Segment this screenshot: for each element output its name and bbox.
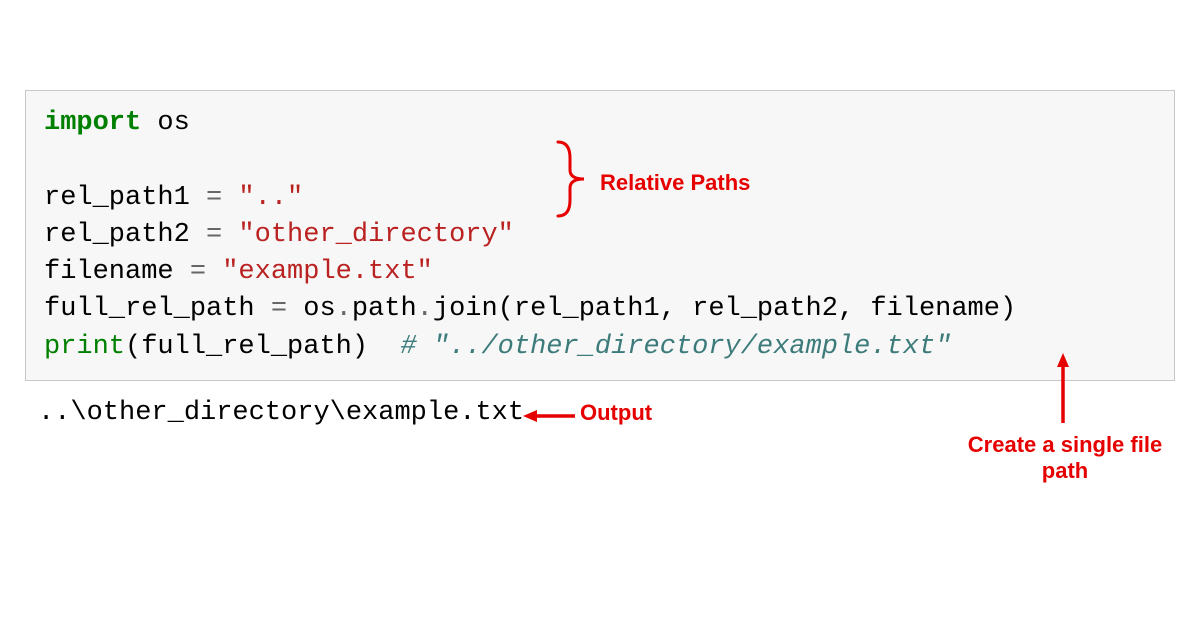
dot-2: . bbox=[417, 294, 433, 324]
annotation-single-file-path: Create a single file path bbox=[960, 432, 1170, 484]
path-ref: path bbox=[352, 294, 417, 324]
module-os: os bbox=[141, 108, 190, 138]
op-assign-2: = bbox=[206, 220, 222, 250]
var-filename: filename bbox=[44, 257, 190, 287]
var-relpath2: rel_path2 bbox=[44, 220, 206, 250]
op-assign-1: = bbox=[206, 183, 222, 213]
arrow-left-icon bbox=[523, 408, 577, 424]
keyword-import: import bbox=[44, 108, 141, 138]
builtin-print: print bbox=[44, 332, 125, 362]
op-assign-4: = bbox=[271, 294, 287, 324]
str-dotdot: ".." bbox=[222, 183, 303, 213]
annotation-output: Output bbox=[580, 400, 652, 426]
str-example: "example.txt" bbox=[206, 257, 433, 287]
str-otherdir: "other_directory" bbox=[222, 220, 514, 250]
comment-result: # "../other_directory/example.txt" bbox=[400, 332, 951, 362]
dot-1: . bbox=[336, 294, 352, 324]
print-args: (full_rel_path) bbox=[125, 332, 400, 362]
var-relpath1: rel_path1 bbox=[44, 183, 206, 213]
output-text: ..\other_directory\example.txt bbox=[38, 398, 524, 428]
code-block: import os rel_path1 = ".." rel_path2 = "… bbox=[25, 90, 1175, 381]
op-assign-3: = bbox=[190, 257, 206, 287]
var-fullrelpath: full_rel_path bbox=[44, 294, 271, 324]
join-call: join(rel_path1, rel_path2, filename) bbox=[433, 294, 1016, 324]
os-ref: os bbox=[287, 294, 336, 324]
annotation-relative-paths: Relative Paths bbox=[600, 170, 750, 196]
